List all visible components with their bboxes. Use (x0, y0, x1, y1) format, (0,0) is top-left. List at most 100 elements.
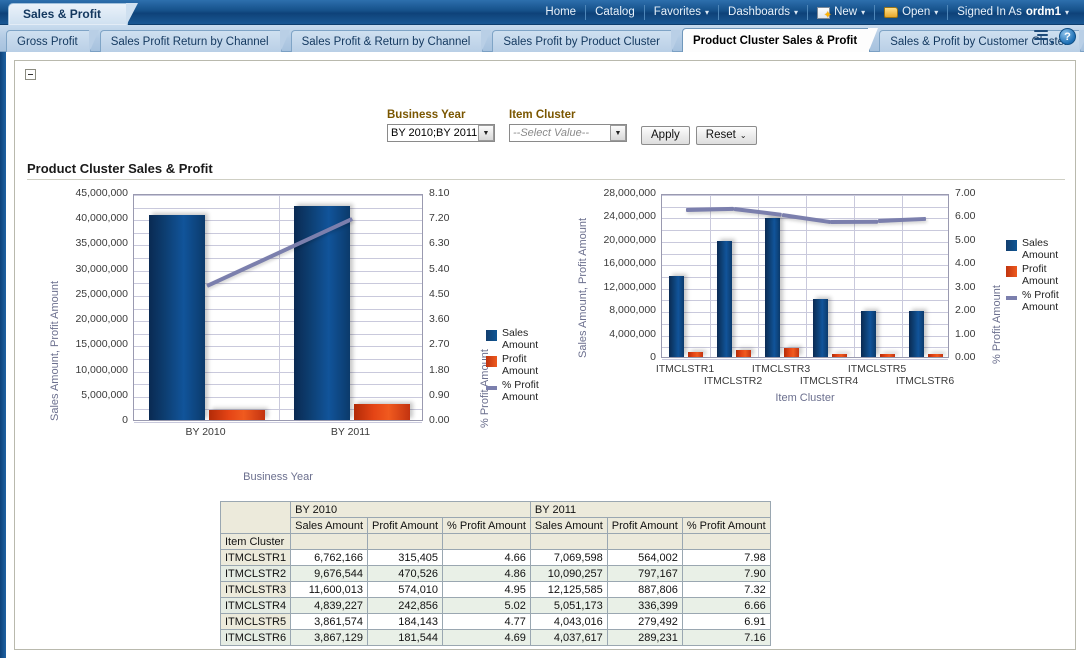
apply-button[interactable]: Apply (641, 126, 690, 145)
nav-new[interactable]: New ▾ (808, 0, 874, 25)
y-axis-tick-label: 0 (122, 414, 128, 426)
dashboard-title-tab[interactable]: Sales & Profit (8, 3, 128, 25)
legend-item[interactable]: ProfitAmount (1006, 264, 1059, 287)
bar-profit-amount[interactable] (736, 350, 751, 357)
bar-profit-amount[interactable] (688, 352, 703, 357)
prompt-business-year: Business Year BY 2010;BY 2011 ▼ (387, 109, 495, 142)
line-pct-profit-amount[interactable] (686, 207, 734, 212)
y-axis-tick-label: 40,000,000 (75, 212, 128, 224)
line-pct-profit-amount[interactable] (830, 219, 878, 223)
legend-item[interactable]: % ProfitAmount (1006, 290, 1059, 313)
chevron-down-icon: ▾ (861, 0, 865, 25)
chevron-down-icon[interactable]: ▼ (610, 125, 626, 141)
table-cell: 11,600,013 (291, 582, 368, 598)
bar-sales-amount[interactable] (717, 241, 732, 357)
dashboard-content: Business Year BY 2010;BY 2011 ▼ Item Clu… (6, 52, 1084, 658)
nav-open[interactable]: Open ▾ (875, 0, 947, 25)
y-axis-tick-label: 5,000,000 (81, 389, 128, 401)
tab-product-cluster-sales-and-profit[interactable]: Product Cluster Sales & Profit (682, 28, 870, 52)
nav-dashboards[interactable]: Dashboards ▾ (719, 0, 807, 25)
category-separator (758, 195, 759, 357)
bar-sales-amount[interactable] (669, 276, 684, 357)
chevron-down-icon[interactable]: ▼ (478, 125, 494, 141)
bar-sales-amount[interactable] (813, 299, 828, 357)
nav-dashboards-label: Dashboards (728, 0, 790, 25)
collapse-section-toggle[interactable] (25, 69, 36, 80)
tab-sales-profit-and-return-by-channel[interactable]: Sales Profit & Return by Channel (291, 30, 484, 52)
empty-cell (530, 534, 607, 550)
help-icon[interactable]: ? (1059, 28, 1076, 45)
prompt-buttons: Apply Reset⌄ (641, 126, 757, 145)
global-header: Sales & Profit Home Catalog Favorites ▾ … (0, 0, 1084, 25)
y-axis-tick-label: 15,000,000 (75, 338, 128, 350)
item-cluster-select[interactable]: --Select Value-- ▼ (509, 124, 627, 142)
chevron-down-icon: ⌄ (740, 131, 747, 140)
table-row: ITMCLSTR63,867,129181,5444.694,037,61728… (221, 630, 771, 646)
y2-axis-tick-label: 6.00 (955, 210, 975, 222)
bar-profit-amount[interactable] (880, 354, 895, 357)
bar-sales-amount[interactable] (909, 311, 924, 357)
bar-sales-amount[interactable] (861, 311, 876, 357)
bar-profit-amount[interactable] (928, 354, 943, 357)
bar-sales-amount[interactable] (294, 206, 350, 420)
pivot-table: BY 2010 BY 2011 Sales Amount Profit Amou… (220, 501, 771, 646)
y-axis-tick-label: 12,000,000 (603, 281, 656, 293)
gridline (662, 359, 948, 360)
table-cell: 315,405 (368, 550, 443, 566)
bar-profit-amount[interactable] (784, 348, 799, 357)
gridline-minor (662, 324, 948, 325)
dashboard-tabs: Gross Profit Sales Profit Return by Chan… (6, 25, 1084, 52)
row-header-itmclstr4[interactable]: ITMCLSTR4 (221, 598, 291, 614)
bar-profit-amount[interactable] (832, 354, 847, 357)
bar-profit-amount[interactable] (209, 410, 265, 420)
y2-axis-tick-label: 8.10 (429, 187, 449, 199)
legend-item[interactable]: SalesAmount (486, 328, 539, 351)
legend-item[interactable]: SalesAmount (1006, 238, 1059, 261)
y2-axis-tick-label: 2.70 (429, 338, 449, 350)
table-row: ITMCLSTR29,676,544470,5264.8610,090,2577… (221, 566, 771, 582)
plot-area (133, 194, 423, 421)
row-header-label[interactable]: Item Cluster (221, 534, 291, 550)
legend-item[interactable]: ProfitAmount (486, 354, 539, 377)
nav-catalog[interactable]: Catalog (586, 0, 644, 25)
table-cell: 3,861,574 (291, 614, 368, 630)
business-year-select[interactable]: BY 2010;BY 2011 ▼ (387, 124, 495, 142)
business-year-value: BY 2010;BY 2011 (391, 127, 477, 139)
gridline (662, 265, 948, 266)
list-options-icon[interactable] (1034, 30, 1050, 43)
prompt-item-cluster: Item Cluster --Select Value-- ▼ (509, 109, 627, 142)
row-header-itmclstr2[interactable]: ITMCLSTR2 (221, 566, 291, 582)
tab-gross-profit[interactable]: Gross Profit (6, 30, 91, 52)
table-cell: 4,839,227 (291, 598, 368, 614)
row-header-itmclstr5[interactable]: ITMCLSTR5 (221, 614, 291, 630)
table-cell: 7.32 (682, 582, 770, 598)
table-row: ITMCLSTR311,600,013574,0104.9512,125,585… (221, 582, 771, 598)
bar-profit-amount[interactable] (354, 404, 410, 420)
y2-axis-tick-label: 0.00 (955, 351, 975, 363)
nav-favorites[interactable]: Favorites ▾ (645, 0, 718, 25)
table-header-row-measures: Sales Amount Profit Amount % Profit Amou… (221, 518, 771, 534)
legend-item[interactable]: % ProfitAmount (486, 380, 539, 403)
bar-sales-amount[interactable] (765, 218, 780, 357)
row-header-itmclstr1[interactable]: ITMCLSTR1 (221, 550, 291, 566)
tab-sales-profit-by-product-cluster[interactable]: Sales Profit by Product Cluster (492, 30, 673, 52)
y2-axis-tick-label: 0.00 (429, 414, 449, 426)
row-header-itmclstr3[interactable]: ITMCLSTR3 (221, 582, 291, 598)
x-axis-tick-label: ITMCLSTR1 (651, 363, 719, 375)
reset-button[interactable]: Reset⌄ (696, 126, 757, 145)
y-axis-tick-label: 45,000,000 (75, 187, 128, 199)
nav-home[interactable]: Home (536, 0, 585, 25)
chart-legend: SalesAmount ProfitAmount % ProfitAmount (486, 328, 539, 406)
y2-axis-title: % Profit Amount (991, 285, 1003, 364)
legend-swatch-profit (1006, 266, 1017, 277)
bar-sales-amount[interactable] (149, 215, 205, 420)
table-header-row-years: BY 2010 BY 2011 (221, 502, 771, 518)
col-header-pct-profit-amount-2011: % Profit Amount (682, 518, 770, 534)
prompt-business-year-label: Business Year (387, 109, 495, 121)
nav-signed-in-as[interactable]: Signed In As ordm1 ▾ (948, 0, 1078, 25)
tab-sales-profit-return-by-channel[interactable]: Sales Profit Return by Channel (100, 30, 282, 52)
y-axis-tick-label: 8,000,000 (609, 304, 656, 316)
row-header-itmclstr6[interactable]: ITMCLSTR6 (221, 630, 291, 646)
table-cell: 4,037,617 (530, 630, 607, 646)
table-cell: 6.91 (682, 614, 770, 630)
